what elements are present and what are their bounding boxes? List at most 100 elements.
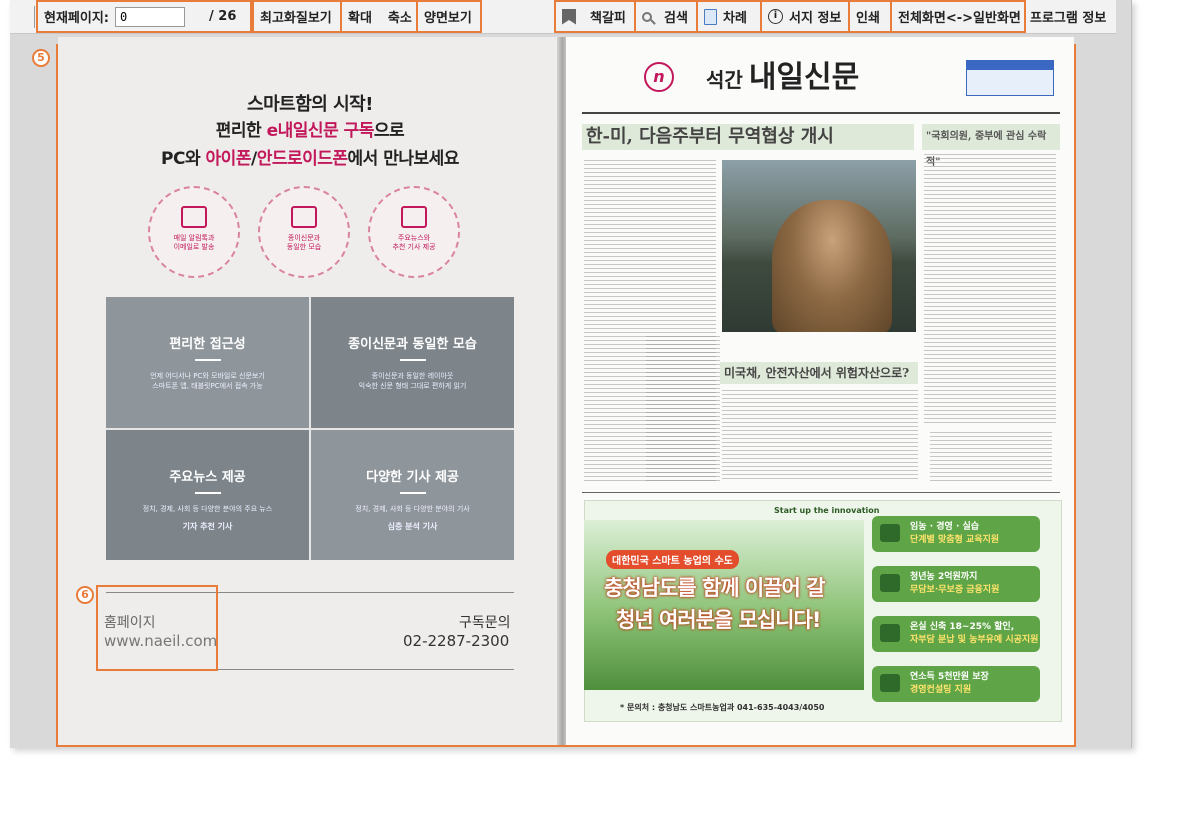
print-button[interactable]: 인쇄	[848, 0, 892, 33]
ad-pill: 청년농 2억원까지 무담보·무보증 금융지원	[872, 566, 1040, 602]
ad-pill-text: 연소득 5천만원 보장	[910, 672, 989, 682]
headline-3-part-e: 에서 만나보세요	[347, 149, 460, 169]
document-icon	[704, 8, 717, 25]
program-info-button[interactable]: 프로그램 정보	[1030, 0, 1106, 33]
homepage-link[interactable]: www.naeil.com	[104, 632, 217, 650]
info-button[interactable]: i 서지 정보	[760, 0, 850, 33]
ad-line-2: 청년 여러분을 모십니다!	[616, 608, 821, 632]
bookmark-label: 책갈피	[590, 11, 626, 26]
search-button[interactable]: 검색	[634, 0, 698, 33]
page-navigator: 현재페이지: / 26	[36, 0, 252, 33]
divider	[194, 491, 221, 494]
annotation-marker-5: 5	[32, 49, 50, 67]
ad-pill-text: 온실 신축 18~25% 할인,	[910, 622, 1015, 632]
grid-cell: 종이신문과 동일한 모습 종이신문과 동일한 레이아웃 익숙한 신문 형태 그대…	[311, 297, 514, 428]
headline-2-part-b: e내일신문 구독	[266, 121, 375, 141]
search-icon	[642, 11, 652, 22]
newspaper-icon	[291, 206, 317, 228]
article-text-column	[930, 432, 1052, 484]
grid-cell-desc2: 심층 분석 기사	[387, 521, 438, 531]
newspaper-logo-icon: n	[644, 62, 674, 92]
fullscreen-toggle-label: 전체화면<->일반화면	[898, 11, 1021, 26]
total-pages: / 26	[209, 9, 237, 24]
grid-cell-desc: 정치, 경제, 사회 등 다양한 분야의 주요 뉴스	[142, 504, 273, 513]
ad-pill: 임농 · 경영 · 실습 단계별 맞춤형 교육지원	[872, 516, 1040, 552]
contents-button[interactable]: 차례	[696, 0, 762, 33]
masthead-small: 석간	[706, 68, 743, 92]
toolbar-separator	[34, 6, 35, 28]
feature-circle-alert: 매일 알림톡과 이메일로 발송	[148, 186, 240, 278]
grid-cell-desc: 정치, 경제, 사회 등 다양한 분야의 기사	[355, 504, 470, 513]
masthead-rule	[582, 112, 1060, 114]
ad-pill-highlight: 무담보·무보증 금융지원	[910, 585, 1000, 595]
feature-grid: 편리한 접근성 언제 어디서나 PC와 모바일로 신문보기 스마트폰 앱, 태블…	[106, 297, 514, 560]
grid-cell: 편리한 접근성 언제 어디서나 PC와 모바일로 신문보기 스마트폰 앱, 태블…	[106, 297, 309, 428]
zoom-in-button[interactable]: 확대	[348, 7, 372, 26]
best-quality-button[interactable]: 최고화질보기	[252, 0, 342, 33]
ebook-viewer-window: 현재페이지: / 26 최고화질보기 확대 축소 양면보기 책갈피 검색 차례 …	[0, 0, 1199, 820]
program-info-label: 프로그램 정보	[1030, 11, 1107, 26]
grid-cell-desc2: 기자 추천 기사	[182, 521, 233, 531]
news-photo	[722, 160, 916, 332]
ad-pill-highlight: 단계별 맞춤형 교육지원	[910, 535, 1000, 545]
ad-headline-2: 편리한 e내일신문 구독으로	[100, 116, 520, 141]
ad-pill-text: 청년농 2억원까지	[910, 572, 978, 582]
masthead: 석간 내일신문	[706, 52, 859, 96]
article-text-column	[646, 336, 720, 482]
side-headline: "국회의원, 중부에 관심 수락적"	[922, 124, 1060, 168]
bookmark-button[interactable]: 책갈피	[554, 0, 636, 33]
ad-pill-icon	[880, 674, 900, 692]
grid-cell-title: 주요뉴스 제공	[169, 469, 246, 485]
grid-cell-title: 종이신문과 동일한 모습	[348, 337, 477, 352]
print-label: 인쇄	[856, 11, 880, 26]
info-label: 서지 정보	[789, 11, 842, 26]
feature-label: 종이신문과 동일한 모습	[286, 234, 322, 251]
corner-ad-box	[966, 60, 1054, 96]
bookmark-icon	[562, 8, 576, 25]
ad-pill: 온실 신축 18~25% 할인, 자부담 분납 및 농부유예 시공지원	[872, 616, 1040, 652]
annotation-marker-6: 6	[76, 586, 94, 604]
grid-cell-title: 편리한 접근성	[169, 337, 246, 352]
subscribe-phone: 02-2287-2300	[403, 632, 510, 650]
headline-3-part-b: 아이폰	[205, 149, 252, 169]
ad-slogan: Start up the innovation	[774, 506, 880, 515]
search-label: 검색	[664, 11, 688, 26]
grid-cell: 주요뉴스 제공 정치, 경제, 사회 등 다양한 분야의 주요 뉴스 기자 추천…	[106, 429, 309, 560]
grid-cell: 다양한 기사 제공 정치, 경제, 사회 등 다양한 분야의 기사 심층 분석 …	[311, 429, 514, 560]
fullscreen-toggle-button[interactable]: 전체화면<->일반화면	[890, 0, 1026, 33]
current-page-label: 현재페이지:	[44, 11, 109, 26]
feature-label: 주요뉴스와 추천 기사 제공	[392, 234, 436, 251]
mail-icon	[181, 206, 207, 228]
headline-3-part-a: PC와	[161, 149, 206, 169]
ad-pill-text: 임농 · 경영 · 실습	[910, 522, 980, 532]
zoom-out-button[interactable]: 축소	[388, 7, 412, 26]
zoom-controls: 확대 축소	[340, 0, 418, 33]
feature-circle-paper: 종이신문과 동일한 모습	[258, 186, 350, 278]
divider	[399, 491, 426, 494]
grid-cell-desc2: 스마트폰 앱, 태블릿PC에서 접속 가능	[152, 382, 263, 390]
statue-shape	[772, 200, 892, 332]
article-text-column	[722, 390, 918, 482]
ad-pill-icon	[880, 574, 900, 592]
homepage-label: 홈페이지	[104, 615, 156, 631]
ad-pill-icon	[880, 624, 900, 642]
contents-label: 차례	[723, 11, 747, 26]
info-icon: i	[768, 9, 783, 24]
headline-2-part-c: 으로	[373, 121, 405, 141]
best-quality-label: 최고화질보기	[260, 11, 332, 26]
current-page-input[interactable]	[115, 6, 185, 27]
two-page-view-label: 양면보기	[424, 11, 472, 26]
top-headline: 한-미, 다음주부터 무역협상 개시	[582, 124, 914, 150]
section-rule	[582, 492, 1060, 493]
thumbs-up-icon	[401, 206, 427, 228]
feature-circle-recommend: 주요뉴스와 추천 기사 제공	[368, 186, 460, 278]
divider	[194, 359, 221, 361]
ad-pill-highlight: 자부담 분납 및 농부유예 시공지원	[910, 635, 1039, 645]
headline-2-part-a: 편리한	[215, 121, 267, 141]
subscribe-label: 구독문의	[459, 615, 511, 631]
ad-footer: * 문의처 : 충청남도 스마트농업과 041-635-4043/4050	[620, 703, 825, 712]
ad-pill: 연소득 5천만원 보장 경영컨설팅 지원	[872, 666, 1040, 702]
headline-3-part-d: 안드로이드폰	[256, 149, 348, 169]
ad-headline-3: PC와 아이폰/안드로이드폰에서 만나보세요	[100, 144, 520, 169]
two-page-view-button[interactable]: 양면보기	[416, 0, 482, 33]
